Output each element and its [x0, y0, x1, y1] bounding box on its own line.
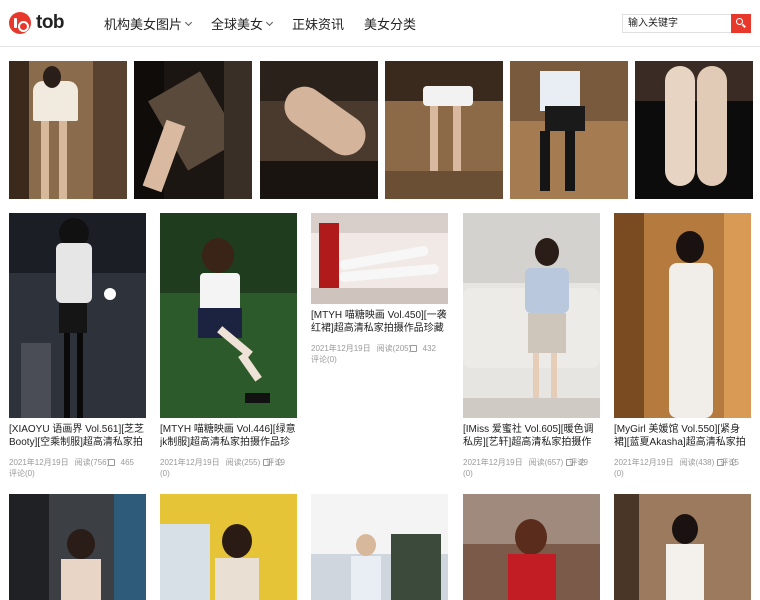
- nav-item-global-beauty[interactable]: 全球美女: [211, 14, 274, 33]
- banner-image[interactable]: [9, 61, 127, 199]
- banner-image[interactable]: [134, 61, 253, 199]
- post-card[interactable]: [160, 494, 297, 600]
- thumbs-up-icon: [107, 459, 115, 466]
- like-count[interactable]: 19: [263, 457, 291, 468]
- logo-icon: [9, 12, 31, 34]
- post-thumbnail[interactable]: [463, 213, 600, 418]
- like-count[interactable]: 465: [107, 457, 140, 468]
- post-thumbnail[interactable]: [160, 213, 297, 418]
- site-header: tob 机构美女图片 全球美女 正妹资讯 美女分类: [0, 0, 760, 47]
- post-views: 阅读(657): [528, 458, 564, 467]
- post-date: 2021年12月19日: [614, 458, 674, 467]
- post-title[interactable]: [MyGirl 美媛馆 Vol.550][紧身裙][蓝夏Akasha]超高清私家…: [614, 423, 751, 449]
- nav-label: 美女分类: [364, 17, 417, 32]
- banner-image[interactable]: [384, 61, 503, 199]
- post-thumbnail[interactable]: [463, 494, 600, 600]
- post-title[interactable]: [MTYH 喵糖映画 Vol.446][绿意jk制服]超高清私家拍摄作品珍藏版: [160, 423, 297, 449]
- featured-banner: [9, 61, 754, 199]
- post-card[interactable]: [XIAOYU 语画界 Vol.561][芝芝Booty][空乘制服]超高清私家…: [9, 213, 146, 479]
- logo-text: tob: [36, 12, 65, 33]
- main-nav: 机构美女图片 全球美女 正妹资讯 美女分类: [104, 0, 436, 47]
- post-card[interactable]: [MyGirl 美媛馆 Vol.550][紧身裙][蓝夏Akasha]超高清私家…: [614, 213, 751, 479]
- post-title[interactable]: [XIAOYU 语画界 Vol.561][芝芝Booty][空乘制服]超高清私家…: [9, 423, 146, 449]
- post-meta: 2021年12月19日 阅读(438) 评论(0) 15: [614, 457, 751, 479]
- post-card[interactable]: [9, 494, 146, 600]
- post-date: 2021年12月19日: [160, 458, 220, 467]
- post-card[interactable]: [IMiss 爱蜜社 Vol.605][暖色调私房][艺轩]超高清私家拍摄作品珍…: [463, 213, 600, 479]
- post-views: 阅读(205): [376, 344, 412, 353]
- nav-item-institution-photos[interactable]: 机构美女图片: [104, 14, 193, 33]
- post-thumbnail[interactable]: [9, 213, 146, 418]
- banner-image[interactable]: [510, 61, 629, 199]
- search-box: [622, 14, 751, 33]
- thumbs-up-icon: [717, 459, 725, 466]
- nav-item-categories[interactable]: 美女分类: [364, 14, 416, 33]
- post-meta: 2021年12月19日 阅读(255) 评论(0) 19: [160, 457, 297, 479]
- thumbs-up-icon: [566, 459, 574, 466]
- chevron-down-icon: [184, 18, 193, 26]
- post-thumbnail[interactable]: [9, 494, 146, 600]
- post-card[interactable]: [311, 494, 448, 600]
- nav-label: 全球美女: [211, 17, 264, 32]
- post-thumbnail[interactable]: [614, 213, 751, 418]
- nav-label: 机构美女图片: [104, 17, 183, 32]
- post-meta: 2021年12月19日 阅读(657) 评论(0) 29: [463, 457, 600, 479]
- search-button[interactable]: [731, 14, 751, 33]
- post-meta: 2021年12月19日 阅读(756) 评论(0) 465: [9, 457, 146, 479]
- post-date: 2021年12月19日: [9, 458, 69, 467]
- post-meta: 2021年12月19日 阅读(205) 评论(0) 432: [311, 343, 448, 365]
- search-input[interactable]: [622, 14, 731, 33]
- post-views: 阅读(438): [679, 458, 715, 467]
- nav-item-news[interactable]: 正妹资讯: [292, 14, 344, 33]
- post-card[interactable]: [MTYH 喵糖映画 Vol.450][一袭红裙]超高清私家拍摄作品珍藏版 20…: [311, 213, 448, 365]
- site-logo[interactable]: tob: [9, 12, 65, 34]
- post-views: 阅读(255): [225, 458, 261, 467]
- thumbs-up-icon: [263, 459, 271, 466]
- post-date: 2021年12月19日: [311, 344, 371, 353]
- post-comments: 评论(0): [9, 469, 35, 478]
- post-date: 2021年12月19日: [463, 458, 523, 467]
- banner-image[interactable]: [635, 61, 754, 199]
- like-count[interactable]: 29: [566, 457, 594, 468]
- post-title[interactable]: [IMiss 爱蜜社 Vol.605][暖色调私房][艺轩]超高清私家拍摄作品珍…: [463, 423, 600, 449]
- like-count[interactable]: 432: [409, 343, 442, 354]
- post-card[interactable]: [614, 494, 751, 600]
- banner-image[interactable]: [259, 61, 378, 199]
- nav-label: 正妹资讯: [292, 17, 345, 32]
- post-views: 阅读(756): [74, 458, 110, 467]
- thumbs-up-icon: [409, 345, 417, 352]
- post-card[interactable]: [463, 494, 600, 600]
- post-thumbnail[interactable]: [311, 494, 448, 600]
- post-card[interactable]: [MTYH 喵糖映画 Vol.446][绿意jk制服]超高清私家拍摄作品珍藏版 …: [160, 213, 297, 479]
- post-thumbnail[interactable]: [160, 494, 297, 600]
- post-title[interactable]: [MTYH 喵糖映画 Vol.450][一袭红裙]超高清私家拍摄作品珍藏版: [311, 309, 448, 335]
- chevron-down-icon: [265, 18, 274, 26]
- like-count[interactable]: 15: [717, 457, 745, 468]
- post-thumbnail[interactable]: [614, 494, 751, 600]
- post-comments: 评论(0): [311, 355, 337, 364]
- post-thumbnail[interactable]: [311, 213, 448, 304]
